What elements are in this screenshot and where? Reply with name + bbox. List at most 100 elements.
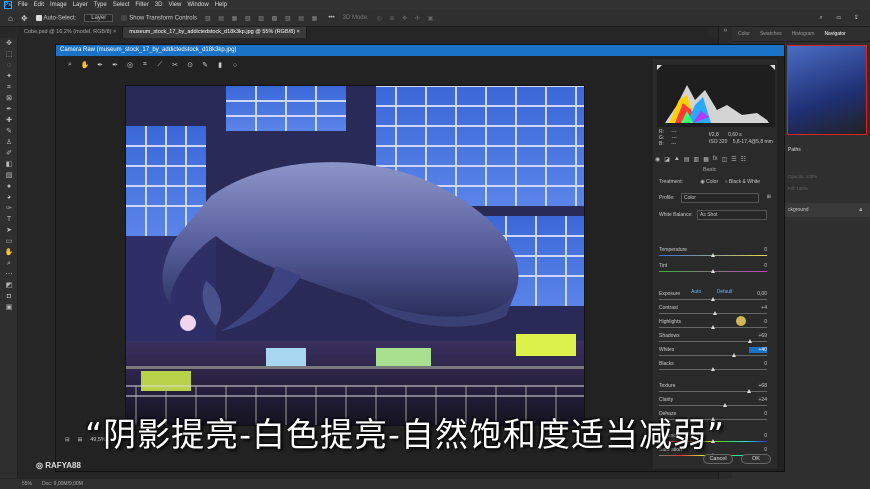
slider-value[interactable]: +40 bbox=[749, 347, 767, 353]
calibration-icon[interactable]: ◫ bbox=[722, 156, 728, 166]
detail-icon[interactable]: ▲ bbox=[674, 156, 680, 166]
effects-icon[interactable]: fx bbox=[713, 156, 718, 166]
paths-label[interactable]: Paths bbox=[788, 147, 801, 153]
3d-icons[interactable]: ◎ ⊕ ✥ ✣ ▣ bbox=[377, 15, 437, 22]
opacity-value[interactable]: 100% bbox=[806, 174, 818, 179]
more-tools-icon[interactable]: ⋯ bbox=[0, 269, 18, 280]
slider-thumb[interactable] bbox=[710, 325, 715, 329]
color-swatches-icon[interactable]: ◩ bbox=[0, 280, 18, 291]
slider-track[interactable] bbox=[659, 405, 767, 406]
spot-removal-icon[interactable]: ✂ bbox=[170, 61, 180, 69]
auto-select-checkbox[interactable] bbox=[35, 14, 42, 21]
profile-select[interactable]: Color bbox=[681, 193, 759, 203]
blur-tool-icon[interactable]: ● bbox=[0, 181, 18, 192]
presets-icon[interactable]: ☰ bbox=[731, 156, 736, 166]
tab-color[interactable]: Color bbox=[738, 31, 750, 37]
slider-value[interactable]: +4 bbox=[749, 305, 767, 311]
slider-value[interactable]: 0 bbox=[749, 319, 767, 325]
targeted-adjust-icon[interactable]: ◎ bbox=[125, 61, 135, 69]
bw-radio[interactable]: ○ bbox=[725, 179, 728, 185]
brush-tool-icon[interactable]: ✎ bbox=[0, 126, 18, 137]
move-tool-icon[interactable]: ✥ bbox=[0, 38, 18, 49]
tone-curve-icon[interactable]: ◪ bbox=[664, 156, 670, 166]
color-sampler-icon[interactable]: ✒ bbox=[110, 61, 120, 69]
crop-tool-icon[interactable]: ⌗ bbox=[140, 61, 150, 69]
eyedropper-icon[interactable]: ✒ bbox=[0, 104, 18, 115]
split-toning-icon[interactable]: ▥ bbox=[694, 156, 700, 166]
layer-select[interactable]: Layer bbox=[84, 14, 114, 22]
slider-value[interactable]: 0 bbox=[749, 361, 767, 367]
radial-filter-icon[interactable]: ○ bbox=[230, 62, 240, 69]
move-tool-icon[interactable]: ✥ bbox=[21, 14, 28, 23]
search-workspace-share-icons[interactable]: ⌕ ▭ ⇪ bbox=[819, 15, 864, 22]
layer-row-background[interactable]: ckground 🔒︎ bbox=[784, 203, 870, 217]
pen-tool-icon[interactable]: ✑ bbox=[0, 203, 18, 214]
more-icon[interactable]: ••• bbox=[328, 15, 334, 21]
red-eye-icon[interactable]: ⊙ bbox=[185, 61, 195, 69]
basic-panel-icon[interactable]: ◉ bbox=[655, 156, 660, 166]
auto-link[interactable]: Auto bbox=[691, 289, 701, 295]
tab-navigator[interactable]: Navigator bbox=[824, 31, 845, 37]
menu-filter[interactable]: Filter bbox=[135, 2, 148, 8]
lasso-tool-icon[interactable]: ◌ bbox=[0, 60, 18, 71]
slider-thumb[interactable] bbox=[723, 403, 728, 407]
tab-swatches[interactable]: Swatches bbox=[760, 31, 782, 37]
magic-wand-icon[interactable]: ✦ bbox=[0, 71, 18, 82]
gradient-tool-icon[interactable]: ▨ bbox=[0, 170, 18, 181]
slider-track[interactable] bbox=[659, 355, 767, 356]
zoom-tool-icon[interactable]: ⌕ bbox=[0, 258, 18, 269]
show-transform-checkbox[interactable] bbox=[121, 14, 128, 21]
tab-histogram[interactable]: Histogram bbox=[792, 31, 815, 37]
stamp-tool-icon[interactable]: ♙ bbox=[0, 137, 18, 148]
menu-help[interactable]: Help bbox=[215, 2, 227, 8]
slider-thumb[interactable] bbox=[747, 389, 752, 393]
slider-value[interactable]: 0,00 bbox=[749, 291, 767, 297]
menu-type[interactable]: Type bbox=[94, 2, 107, 8]
slider-thumb[interactable] bbox=[710, 269, 715, 273]
navigator-thumbnail[interactable] bbox=[787, 45, 867, 135]
menu-image[interactable]: Image bbox=[50, 2, 67, 8]
slider-thumb[interactable] bbox=[747, 339, 752, 343]
white-balance-select[interactable]: As Shot bbox=[697, 210, 767, 220]
menu-edit[interactable]: Edit bbox=[34, 2, 44, 8]
hsl-icon[interactable]: ▤ bbox=[684, 156, 690, 166]
dodge-tool-icon[interactable]: ◕ bbox=[0, 192, 18, 203]
crop-tool-icon[interactable]: ⌗ bbox=[0, 82, 18, 93]
slider-value[interactable]: 0 bbox=[749, 247, 767, 253]
menu-select[interactable]: Select bbox=[113, 2, 130, 8]
path-select-icon[interactable]: ➤ bbox=[0, 225, 18, 236]
highlight-clipping-icon[interactable] bbox=[770, 65, 775, 70]
preview-image[interactable] bbox=[125, 85, 585, 426]
color-radio[interactable]: ◉ bbox=[700, 179, 704, 185]
slider-thumb[interactable] bbox=[710, 297, 715, 301]
zoom-tool-icon[interactable]: ⌕ bbox=[65, 61, 75, 69]
screen-mode-icon[interactable]: ▣ bbox=[0, 302, 18, 313]
slider-value[interactable]: +24 bbox=[749, 397, 767, 403]
status-zoom[interactable]: 55% bbox=[22, 481, 32, 487]
align-icons[interactable]: ▥ ▤ ▦ ▧ ▨ ▩ ▥ ▤ ▦ bbox=[205, 15, 320, 22]
collapse-icon[interactable]: » bbox=[719, 27, 732, 34]
slider-thumb[interactable] bbox=[712, 311, 717, 315]
lens-icon[interactable]: ▦ bbox=[703, 156, 709, 166]
tab-museum[interactable]: museum_stock_17_by_addictedstock_d18k3kp… bbox=[123, 27, 307, 38]
menu-view[interactable]: View bbox=[168, 2, 181, 8]
white-balance-tool-icon[interactable]: ✒ bbox=[95, 61, 105, 69]
hand-tool-icon[interactable]: ✋ bbox=[0, 247, 18, 258]
type-tool-icon[interactable]: T bbox=[0, 214, 18, 225]
frame-tool-icon[interactable]: ⊠ bbox=[0, 93, 18, 104]
fill-value[interactable]: 100% bbox=[796, 186, 808, 191]
adjustment-brush-icon[interactable]: ✎ bbox=[200, 61, 210, 69]
profile-browser-icon[interactable]: ⊞ bbox=[767, 194, 771, 200]
zoom-out-icon[interactable]: ⊟ bbox=[65, 437, 70, 443]
menu-3d[interactable]: 3D bbox=[155, 2, 163, 8]
slider-thumb[interactable] bbox=[710, 253, 715, 257]
slider-thumb[interactable] bbox=[732, 353, 737, 357]
healing-brush-icon[interactable]: ✚ bbox=[0, 115, 18, 126]
history-brush-icon[interactable]: ✐ bbox=[0, 148, 18, 159]
shadow-clipping-icon[interactable] bbox=[657, 65, 662, 70]
menu-file[interactable]: File bbox=[18, 2, 28, 8]
default-link[interactable]: Default bbox=[717, 289, 733, 295]
shape-tool-icon[interactable]: ▭ bbox=[0, 236, 18, 247]
menu-layer[interactable]: Layer bbox=[73, 2, 88, 8]
quick-mask-icon[interactable]: ◘ bbox=[0, 291, 18, 302]
